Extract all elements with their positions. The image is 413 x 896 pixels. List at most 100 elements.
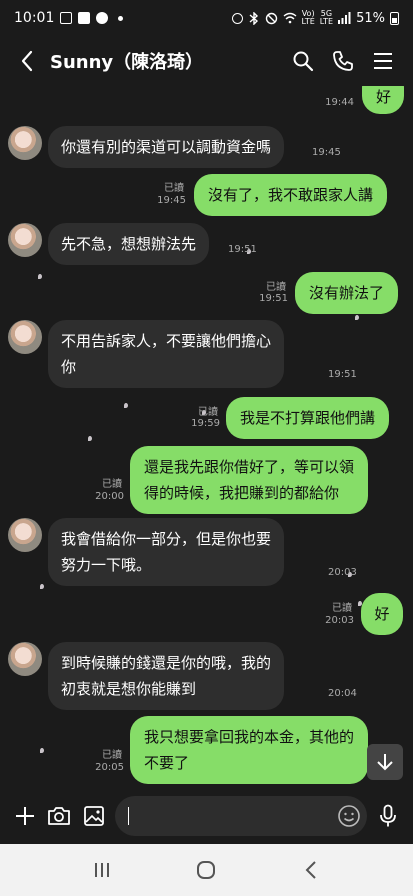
- message-time: 20:03: [325, 615, 354, 626]
- contact-avatar[interactable]: [8, 126, 42, 160]
- outgoing-message-bubble[interactable]: 還是我先跟你借好了，等可以領 得的時候，我把賺到的都給你: [130, 446, 369, 514]
- status-left: 10:01: [14, 10, 124, 26]
- read-receipt: 已讀: [332, 603, 352, 614]
- incoming-message-bubble[interactable]: 我會借給你一部分，但是你也要 努力一下哦。: [48, 518, 285, 586]
- home-button[interactable]: [186, 850, 226, 890]
- message-text: 沒有了，我不敢跟家人講: [208, 186, 374, 204]
- gallery-button[interactable]: [77, 796, 111, 836]
- smiley-icon[interactable]: [337, 804, 361, 828]
- message-text-line: 初衷就是想你能賺到: [61, 680, 197, 698]
- hamburger-menu-icon: [374, 53, 392, 69]
- message-time: 19:51: [259, 293, 288, 304]
- message-text-line: 得的時候，我把賺到的都給你: [144, 484, 340, 502]
- voice-message-button[interactable]: [371, 796, 405, 836]
- status-bar: 10:01 Vo) LTE 5G LTE 51%: [0, 0, 413, 36]
- message-input[interactable]: [114, 796, 367, 836]
- gallery-notification-icon: [60, 12, 73, 24]
- decorative-petal: [40, 584, 44, 589]
- message-time: 19:45: [312, 147, 341, 158]
- decorative-petal: [38, 274, 42, 279]
- search-button[interactable]: [283, 41, 323, 81]
- message-time: 19:51: [328, 369, 357, 380]
- recent-apps-icon: [95, 863, 110, 877]
- volte-label: Vo) LTE: [301, 9, 315, 26]
- message-text-line: 還是我先跟你借好了，等可以領: [144, 458, 355, 476]
- message-text: 好: [374, 605, 390, 623]
- message-text: 你還有別的渠道可以調動資金嗎: [61, 138, 272, 156]
- outgoing-message-bubble[interactable]: 沒有辦法了: [295, 272, 399, 314]
- contact-avatar[interactable]: [8, 518, 42, 552]
- outgoing-message-bubble[interactable]: 沒有了，我不敢跟家人講: [194, 174, 388, 216]
- more-notifications-dot-icon: [118, 15, 124, 21]
- message-input-wrapper: [111, 796, 371, 836]
- contact-avatar[interactable]: [8, 320, 42, 354]
- phone-icon: [333, 51, 353, 71]
- message-text: 沒有辦法了: [309, 284, 385, 302]
- message-text: 好: [376, 88, 392, 106]
- message-text-line: 到時候賺的錢還是你的哦，我的: [61, 654, 272, 672]
- add-attachment-button[interactable]: [8, 796, 42, 836]
- plus-icon: [16, 807, 35, 825]
- chat-messages-area[interactable]: 好 19:44 你還有別的渠道可以調動資金嗎 19:45 已讀 19:45 沒有…: [0, 86, 413, 788]
- message-text-line: 不要了: [144, 754, 190, 772]
- incoming-message-bubble[interactable]: 你還有別的渠道可以調動資金嗎: [48, 126, 285, 168]
- read-receipt: 已讀: [198, 407, 218, 418]
- camera-icon: [48, 807, 71, 825]
- camera-button[interactable]: [42, 796, 76, 836]
- message-input-bar: [0, 788, 413, 844]
- text-caret: [127, 807, 130, 825]
- decorative-petal: [124, 403, 128, 408]
- message-text: 先不急，想想辦法先: [61, 235, 197, 253]
- contact-avatar[interactable]: [8, 223, 42, 257]
- status-right: Vo) LTE 5G LTE 51%: [231, 9, 399, 26]
- message-text-line: 不用告訴家人，不要讓他們擔心: [61, 332, 272, 350]
- contact-avatar[interactable]: [8, 642, 42, 676]
- message-text-line: 我只想要拿回我的本金，其他的: [144, 728, 355, 746]
- shopping-notification-icon: [78, 12, 91, 24]
- decorative-petal: [355, 315, 359, 320]
- call-button[interactable]: [323, 41, 363, 81]
- message-text: 我是不打算跟他們講: [240, 409, 376, 427]
- message-time: 19:44: [325, 97, 354, 108]
- message-time: 19:51: [228, 244, 257, 255]
- read-receipt: 已讀: [266, 282, 286, 293]
- arrow-down-icon: [377, 754, 393, 771]
- system-navigation-bar: [0, 844, 413, 896]
- battery-icon: [390, 11, 399, 25]
- incoming-message-bubble[interactable]: 到時候賺的錢還是你的哦，我的 初衷就是想你能賺到: [48, 642, 285, 710]
- outgoing-message-bubble[interactable]: 好: [362, 86, 404, 114]
- scroll-to-bottom-button[interactable]: [367, 744, 403, 780]
- system-back-button[interactable]: [291, 850, 331, 890]
- read-receipt: 已讀: [164, 183, 184, 194]
- message-time: 19:45: [157, 195, 186, 206]
- chat-header: Sunny（陳洛琦）: [0, 36, 413, 86]
- message-time: 20:04: [328, 688, 357, 699]
- search-icon: [293, 51, 314, 72]
- message-time: 20:00: [95, 491, 124, 502]
- wifi-icon: [283, 12, 296, 24]
- microphone-icon: [379, 804, 396, 827]
- message-time: 20:05: [95, 762, 124, 773]
- battery-percent: 51%: [356, 10, 385, 26]
- incoming-message-bubble[interactable]: 先不急，想想辦法先: [48, 223, 210, 265]
- message-text-line: 你: [61, 358, 77, 376]
- status-time: 10:01: [14, 10, 55, 26]
- outgoing-message-bubble[interactable]: 我是不打算跟他們講: [226, 397, 390, 439]
- incoming-message-bubble[interactable]: 不用告訴家人，不要讓他們擔心 你: [48, 320, 285, 388]
- outgoing-message-bubble[interactable]: 我只想要拿回我的本金，其他的 不要了: [130, 716, 369, 784]
- menu-button[interactable]: [363, 41, 403, 81]
- read-receipt: 已讀: [102, 479, 122, 490]
- back-button[interactable]: [10, 41, 44, 81]
- chat-title: Sunny（陳洛琦）: [50, 52, 204, 73]
- decorative-petal: [40, 748, 44, 753]
- recent-apps-button[interactable]: [82, 850, 122, 890]
- bluetooth-icon: [249, 11, 258, 25]
- home-icon: [197, 861, 216, 879]
- message-time: 20:03: [328, 567, 357, 578]
- read-receipt: 已讀: [102, 750, 122, 761]
- message-text-line: 我會借給你一部分，但是你也要: [61, 530, 272, 548]
- message-text-line: 努力一下哦。: [61, 556, 152, 574]
- alarm-icon: [231, 12, 243, 24]
- outgoing-message-bubble[interactable]: 好: [361, 593, 403, 635]
- network-5g-label: 5G LTE: [319, 9, 334, 26]
